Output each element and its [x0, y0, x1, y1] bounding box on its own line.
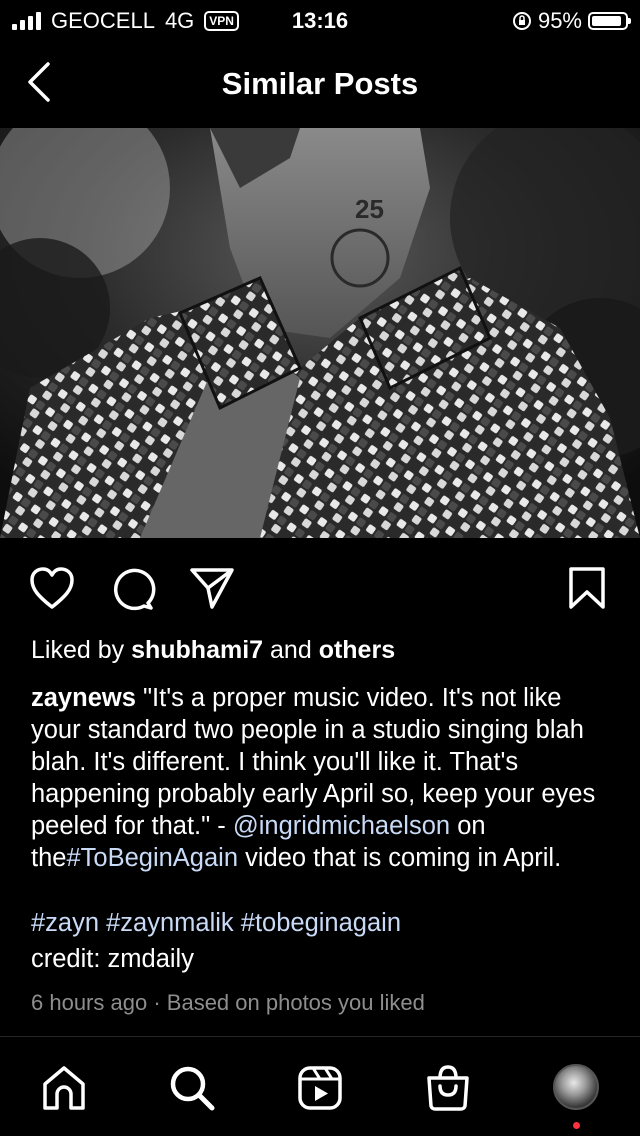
meta-separator: ·	[153, 990, 161, 1015]
battery-icon	[588, 12, 631, 30]
post-actions	[0, 565, 640, 615]
liked-by-user[interactable]: shubhami7	[131, 636, 263, 664]
svg-text:25: 25	[355, 194, 384, 224]
liked-by-prefix: Liked by	[31, 636, 125, 664]
caption-hashtags[interactable]: #zayn #zaynmalik #tobeginagain	[31, 909, 401, 938]
orientation-lock-icon	[512, 12, 531, 30]
liked-by-others[interactable]: others	[319, 636, 395, 664]
home-icon[interactable]	[40, 1064, 88, 1112]
heart-icon[interactable]	[28, 565, 76, 611]
profile-avatar[interactable]	[553, 1064, 599, 1110]
caption-end: video that is coming in April.	[245, 844, 562, 872]
shop-bag-icon[interactable]	[424, 1064, 472, 1112]
caption-username[interactable]: zaynews	[31, 684, 136, 712]
send-icon[interactable]	[188, 565, 236, 611]
status-bar: GEOCELL 4G VPN 13:16 95%	[0, 0, 640, 42]
page-title: Similar Posts	[221, 66, 419, 101]
post-meta: 6 hours ago · Based on photos you liked	[31, 990, 425, 1016]
reels-icon[interactable]	[296, 1064, 344, 1112]
caption-credit: credit: zmdaily	[31, 945, 194, 973]
post-image[interactable]: 25	[0, 128, 640, 538]
bottom-tab-bar	[0, 1040, 640, 1136]
notification-dot	[573, 1122, 580, 1129]
battery-percent: 95%	[537, 8, 582, 33]
post-caption: zaynews "It's a proper music video. It's…	[31, 682, 616, 874]
nav-header: Similar Posts	[0, 42, 640, 128]
caption-mention[interactable]: @ingridmichaelson	[233, 812, 450, 840]
comment-icon[interactable]	[108, 565, 156, 611]
likes-summary[interactable]: Liked by shubhami7 and others	[31, 636, 395, 665]
search-icon[interactable]	[168, 1064, 216, 1112]
caption-hashtag[interactable]: #ToBeginAgain	[66, 844, 238, 872]
liked-by-and: and	[270, 636, 312, 664]
post-time: 6 hours ago	[31, 990, 148, 1015]
post-reason: Based on photos you liked	[166, 990, 425, 1015]
bookmark-icon[interactable]	[566, 565, 608, 611]
divider	[0, 1036, 640, 1037]
